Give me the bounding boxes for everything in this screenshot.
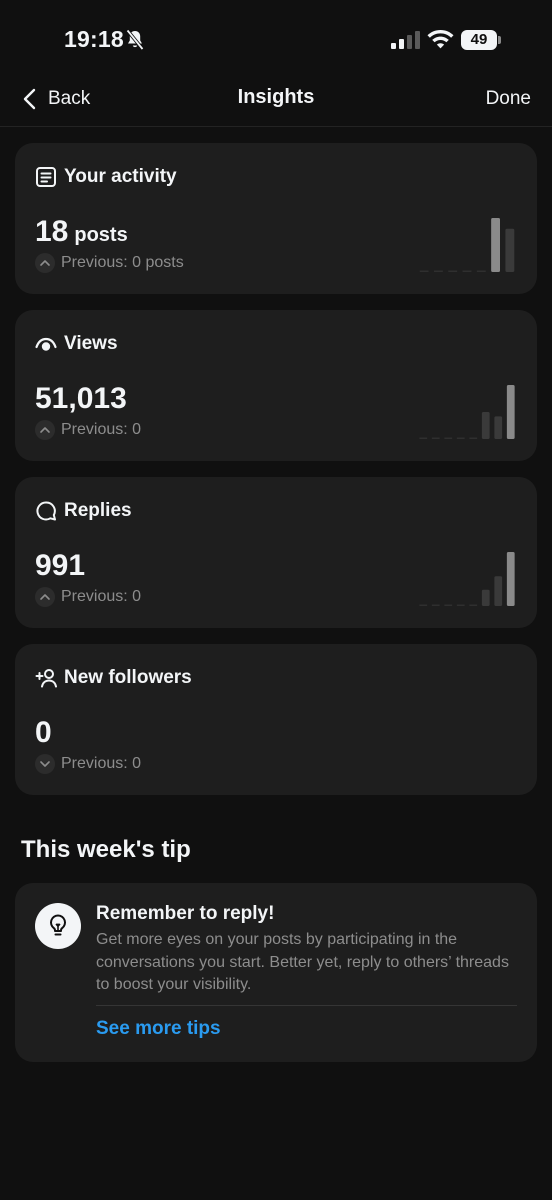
card-title: Views <box>64 333 118 354</box>
views-card[interactable]: Views 51,013 Previous: 0 <box>15 310 537 461</box>
replies-card[interactable]: Replies 991 Previous: 0 <box>15 477 537 628</box>
activity-card[interactable]: Your activity 18 posts Previous: 0 posts <box>15 143 537 294</box>
done-button[interactable]: Done <box>486 88 531 110</box>
previous-comparison: Previous: 0 posts <box>35 253 184 273</box>
sparkline-baseline <box>419 270 429 272</box>
sparkline-chart <box>419 385 515 439</box>
sparkline-bar <box>494 576 503 606</box>
status-bar: 19:18 49 <box>0 0 552 80</box>
lightbulb-icon <box>35 903 81 949</box>
card-value: 0 <box>35 716 52 750</box>
trend-up-icon <box>35 253 55 273</box>
sparkline-baseline <box>469 437 478 439</box>
status-time: 19:18 <box>64 26 124 52</box>
sparkline-bar <box>491 218 500 272</box>
card-value-number: 991 <box>35 549 86 582</box>
document-list-icon <box>36 167 56 187</box>
card-header: Views <box>35 332 118 356</box>
sparkline-baseline <box>448 270 458 272</box>
card-header: Your activity <box>35 165 177 189</box>
sparkline-baseline <box>431 437 440 439</box>
previous-comparison: Previous: 0 <box>35 420 141 440</box>
sparkline-bar <box>481 412 490 439</box>
tip-body: Get more eyes on your posts by participa… <box>96 931 509 993</box>
tip-card: Remember to reply! Get more eyes on your… <box>15 883 537 1062</box>
card-title: Your activity <box>64 166 177 187</box>
sparkline-baseline <box>476 270 486 272</box>
sparkline-baseline <box>456 604 465 606</box>
sparkline-chart <box>419 218 515 272</box>
sparkline-chart <box>419 552 515 606</box>
trend-up-icon <box>35 587 55 607</box>
nav-bar: Back Insights Done <box>0 72 552 127</box>
sparkline-baseline <box>419 604 428 606</box>
wifi-icon <box>427 30 454 49</box>
section-title: This week's tip <box>21 836 191 863</box>
new-followers-card[interactable]: New followers 0 Previous: 0 <box>15 644 537 795</box>
previous-label: Previous: 0 <box>61 421 142 438</box>
card-title: Replies <box>64 500 132 521</box>
bell-slash-icon <box>126 29 144 51</box>
add-person-icon <box>35 669 57 688</box>
sparkline-baseline <box>456 437 465 439</box>
eye-icon <box>35 337 57 351</box>
card-value-unit: posts <box>74 224 128 246</box>
sparkline-bar <box>505 228 515 272</box>
battery-icon: 49 <box>461 30 502 50</box>
card-title: New followers <box>64 667 192 688</box>
previous-label: Previous: 0 posts <box>61 254 184 271</box>
previous-label: Previous: 0 <box>61 588 142 605</box>
card-value-number: 51,013 <box>35 382 127 415</box>
previous-comparison: Previous: 0 <box>35 587 141 607</box>
card-value: 991 <box>35 549 85 583</box>
previous-comparison: Previous: 0 <box>35 754 141 774</box>
card-value-number: 0 <box>35 716 52 749</box>
previous-label: Previous: 0 <box>61 755 142 772</box>
sparkline-baseline <box>431 604 440 606</box>
cellular-signal-icon <box>391 31 420 49</box>
sparkline-baseline <box>444 604 453 606</box>
tip-title: Remember to reply! <box>96 903 275 924</box>
sparkline-bar <box>494 416 503 439</box>
see-more-tips-link[interactable]: See more tips <box>96 1018 221 1040</box>
card-header: New followers <box>35 666 192 690</box>
sparkline-bar <box>506 385 515 439</box>
trend-down-icon <box>35 754 55 774</box>
sparkline-baseline <box>462 270 472 272</box>
card-value-number: 18 <box>35 215 69 248</box>
sparkline-bar <box>481 589 490 606</box>
divider <box>96 1005 517 1006</box>
speech-bubble-icon <box>36 501 56 521</box>
card-header: Replies <box>35 499 132 523</box>
battery-cap <box>498 36 501 44</box>
sparkline-baseline <box>434 270 443 272</box>
sparkline-baseline <box>444 437 453 439</box>
sparkline-baseline <box>469 604 478 606</box>
sparkline-baseline <box>419 437 428 439</box>
sparkline-bar <box>506 552 515 606</box>
page-title: Insights <box>237 86 315 108</box>
battery-level: 49 <box>461 30 497 50</box>
trend-up-icon <box>35 420 55 440</box>
card-value: 51,013 <box>35 382 127 416</box>
card-value: 18 posts <box>35 215 128 252</box>
